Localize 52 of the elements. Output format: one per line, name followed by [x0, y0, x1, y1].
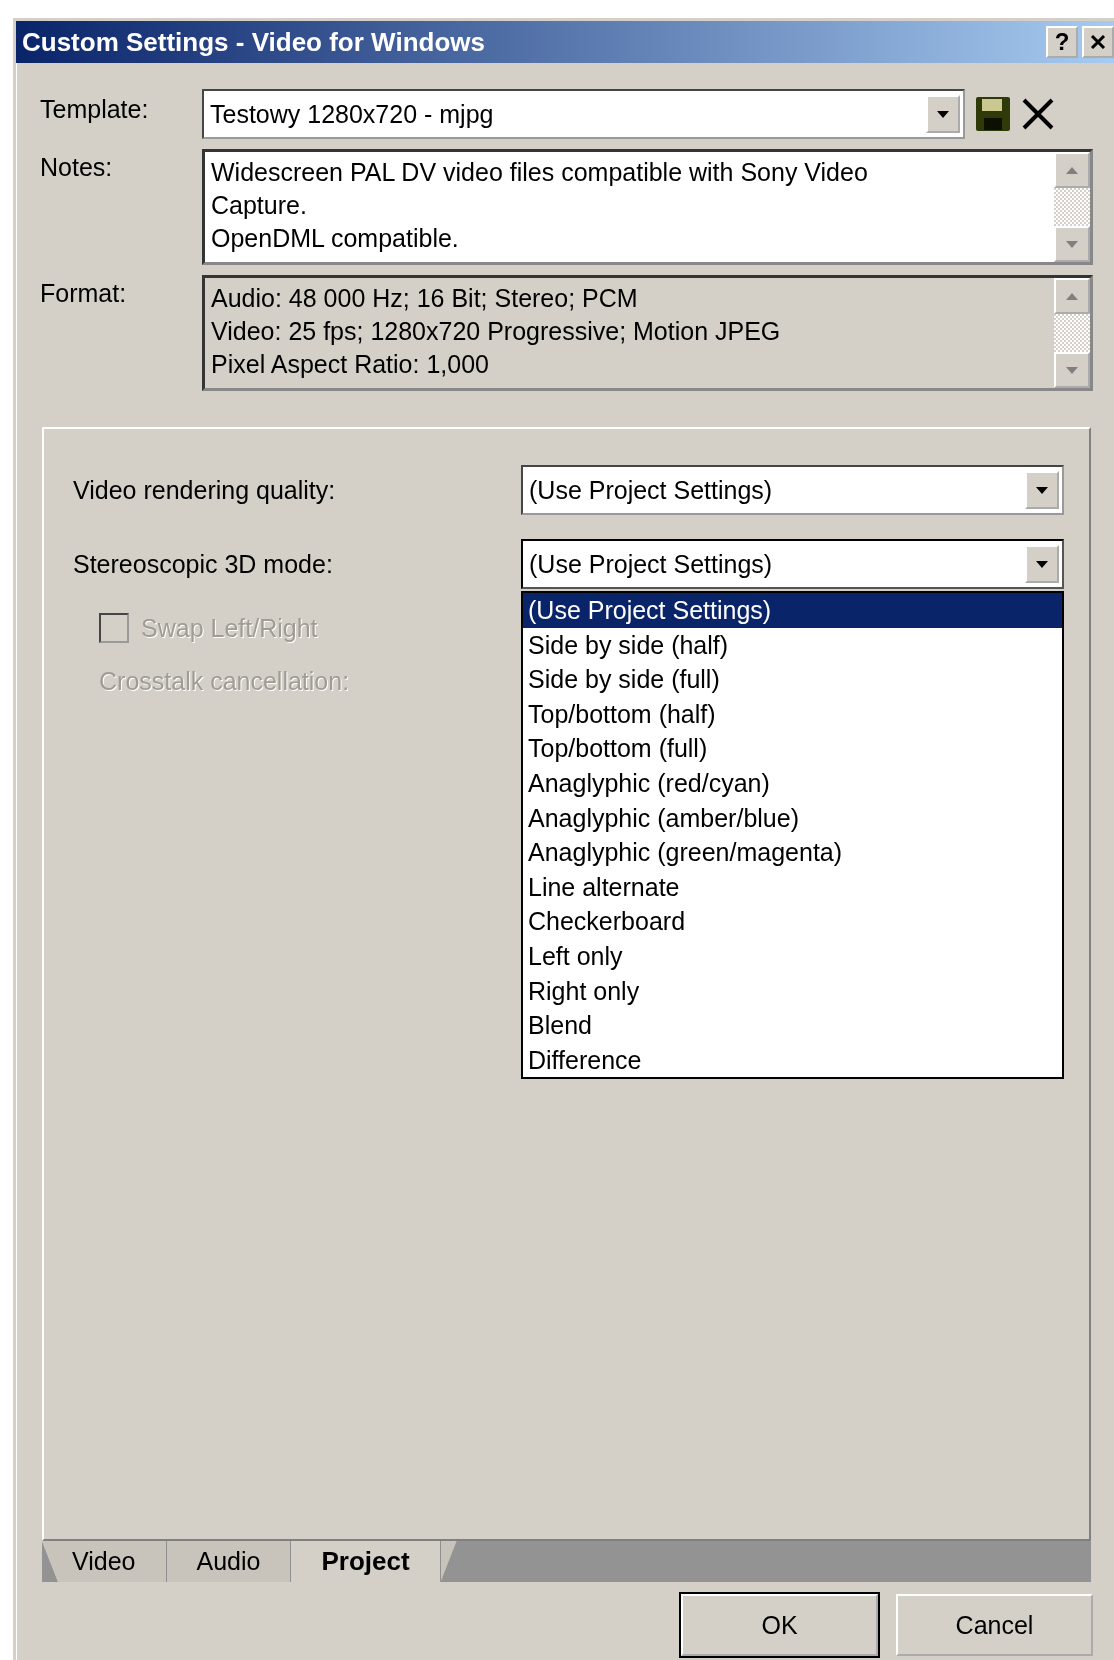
down-arrow-icon [1064, 238, 1080, 250]
template-dropdown[interactable]: Testowy 1280x720 - mjpg [202, 89, 965, 139]
delete-button[interactable] [1021, 97, 1055, 131]
dropdown-button[interactable] [1025, 471, 1059, 509]
save-button[interactable] [975, 96, 1011, 132]
scroll-up-button[interactable] [1054, 152, 1090, 188]
notes-field[interactable]: Widescreen PAL DV video files compatible with Sony Video Capture. OpenDML compatible. [202, 149, 1093, 265]
notes-label: Notes: [40, 152, 114, 182]
caret-icon [1034, 559, 1050, 569]
dropdown-option[interactable]: Right only [523, 973, 1062, 1009]
tab[interactable]: Project [291, 1541, 441, 1582]
dropdown-option[interactable]: Anaglyphic (green/magenta) [523, 835, 1062, 870]
dropdown-option[interactable]: Top/bottom (full) [523, 731, 1062, 766]
tab[interactable]: Video [42, 1541, 167, 1582]
scroll-down-button[interactable] [1054, 352, 1090, 388]
text-line: Audio: 48 000 Hz; 16 Bit; Stereo; PCM [211, 283, 639, 314]
cancel-button[interactable]: Cancel [896, 1594, 1093, 1656]
setting-label: Stereoscopic 3D mode: [73, 549, 334, 579]
scroll-down-button[interactable] [1054, 226, 1090, 262]
dropdown-option[interactable]: Line alternate [523, 869, 1062, 905]
setting-dropdown[interactable]: (Use Project Settings) [521, 539, 1064, 589]
caret-icon [935, 109, 951, 119]
text-line: Video: 25 fps; 1280x720 Progressive; Motion JPEG [211, 316, 782, 347]
dropdown-option[interactable]: Side by side (full) [523, 662, 1062, 697]
dropdown-option[interactable]: (Use Project Settings) [523, 593, 1062, 628]
down-arrow-icon [1064, 364, 1080, 376]
setting-dropdown[interactable]: (Use Project Settings) [521, 465, 1064, 515]
scroll-up-button[interactable] [1054, 278, 1090, 314]
dropdown-option[interactable]: Difference [523, 1042, 1062, 1078]
dropdown-option[interactable]: Anaglyphic (amber/blue) [523, 800, 1062, 836]
close-icon [1090, 35, 1106, 49]
dropdown-option[interactable]: Blend [523, 1008, 1062, 1043]
template-label: Template: [40, 94, 150, 124]
dropdown-option[interactable]: Checkerboard [523, 904, 1062, 939]
caret-icon [1034, 485, 1050, 495]
help-button[interactable]: ? [1046, 26, 1078, 58]
setting-label: Video rendering quality: [73, 475, 337, 505]
dropdown-button[interactable] [1025, 545, 1059, 583]
text-line: OpenDML compatible. [211, 223, 460, 254]
window-title: Custom Settings - Video for Windows [22, 26, 486, 58]
format-label: Format: [40, 278, 128, 308]
close-button[interactable] [1082, 26, 1114, 58]
ok-button[interactable]: OK [681, 1594, 878, 1656]
text-line: Widescreen PAL DV video files compatible with Sony Video [211, 157, 869, 188]
dropdown-button[interactable] [926, 95, 960, 133]
dropdown-option[interactable]: Left only [523, 938, 1062, 974]
text-line: Capture. [211, 190, 308, 221]
delete-icon [1021, 97, 1055, 131]
dropdown-option[interactable]: Side by side (half) [523, 627, 1062, 663]
dropdown-option[interactable]: Top/bottom (half) [523, 696, 1062, 732]
dropdown-option[interactable]: Anaglyphic (red/cyan) [523, 765, 1062, 801]
text-line: Pixel Aspect Ratio: 1,000 [211, 349, 490, 380]
